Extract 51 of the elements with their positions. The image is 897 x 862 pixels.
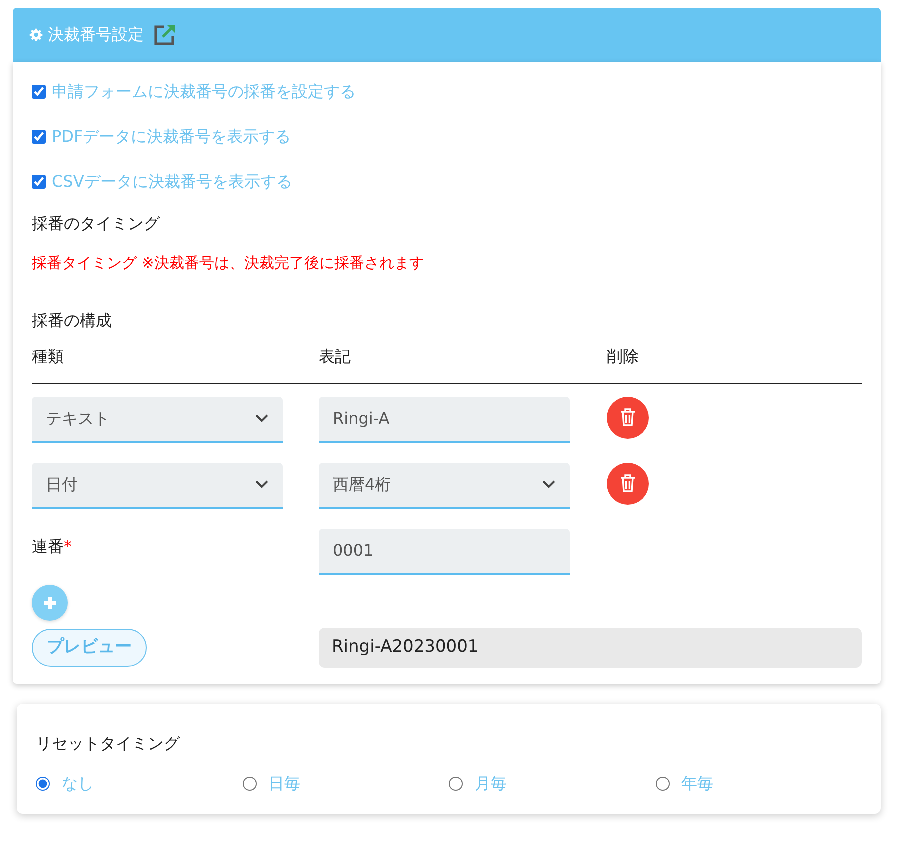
caret-icon (255, 414, 269, 423)
preview-button[interactable]: プレビュー (32, 628, 147, 666)
section-heading: リセットタイミング (36, 732, 182, 754)
radio-option[interactable]: 日毎 (242, 772, 449, 796)
trash-icon (620, 408, 636, 427)
type-select[interactable]: 日付 (32, 462, 283, 508)
checkbox-item[interactable]: 申請フォームに決裁番号の採番を設定する (32, 80, 862, 104)
notation-select[interactable]: 西暦4桁 (319, 462, 570, 508)
notation-field[interactable]: Ringi-A (319, 396, 570, 442)
delete-button[interactable] (607, 462, 649, 504)
select-value: 西暦4桁 (333, 474, 392, 496)
radio-button[interactable] (36, 776, 50, 790)
caret-icon (542, 480, 556, 489)
select-value: テキスト (46, 408, 110, 430)
checkbox[interactable] (32, 85, 46, 99)
select-value: 日付 (46, 474, 78, 496)
checkbox-label: 申請フォームに決裁番号の採番を設定する (52, 81, 356, 103)
radio-option[interactable]: なし (36, 772, 242, 796)
section-heading: 採番のタイミング (32, 213, 162, 235)
column-header: 削除 (607, 346, 640, 368)
checkbox[interactable] (32, 175, 46, 189)
checkbox-item[interactable]: PDFデータに決裁番号を表示する (32, 125, 862, 149)
trash-icon (620, 474, 636, 493)
radio-label: なし (62, 772, 94, 794)
checkbox-label: PDFデータに決裁番号を表示する (52, 126, 292, 148)
radio-option[interactable]: 年毎 (656, 772, 862, 796)
serial-field[interactable]: 0001 (319, 528, 570, 574)
preview-field: Ringi-A20230001 (319, 628, 862, 668)
checkbox[interactable] (32, 130, 46, 144)
header-title: 決裁番号設定 (48, 24, 144, 46)
field-label: 連番 (32, 536, 64, 556)
radio-button[interactable] (242, 776, 256, 790)
radio-button[interactable] (449, 776, 463, 790)
radio-label: 日毎 (268, 772, 300, 794)
gear-icon (29, 28, 43, 42)
checkbox-item[interactable]: CSVデータに決裁番号を表示する (32, 170, 862, 194)
column-header: 種類 (32, 346, 65, 368)
radio-label: 年毎 (682, 772, 714, 794)
external-link-icon[interactable] (153, 23, 177, 47)
delete-button[interactable] (607, 396, 649, 438)
radio-label: 月毎 (475, 772, 507, 794)
radio-option[interactable]: 月毎 (449, 772, 656, 796)
column-header: 表記 (319, 346, 352, 368)
checkbox-label: CSVデータに決裁番号を表示する (52, 171, 292, 193)
required-mark: * (64, 536, 72, 556)
caret-icon (255, 480, 269, 489)
section-heading: 採番の構成 (32, 310, 113, 332)
radio-button[interactable] (656, 776, 670, 790)
warning-note: 採番タイミング ※決裁番号は、決裁完了後に採番されます (32, 253, 426, 274)
plus-icon (43, 596, 57, 610)
type-select[interactable]: テキスト (32, 396, 283, 442)
